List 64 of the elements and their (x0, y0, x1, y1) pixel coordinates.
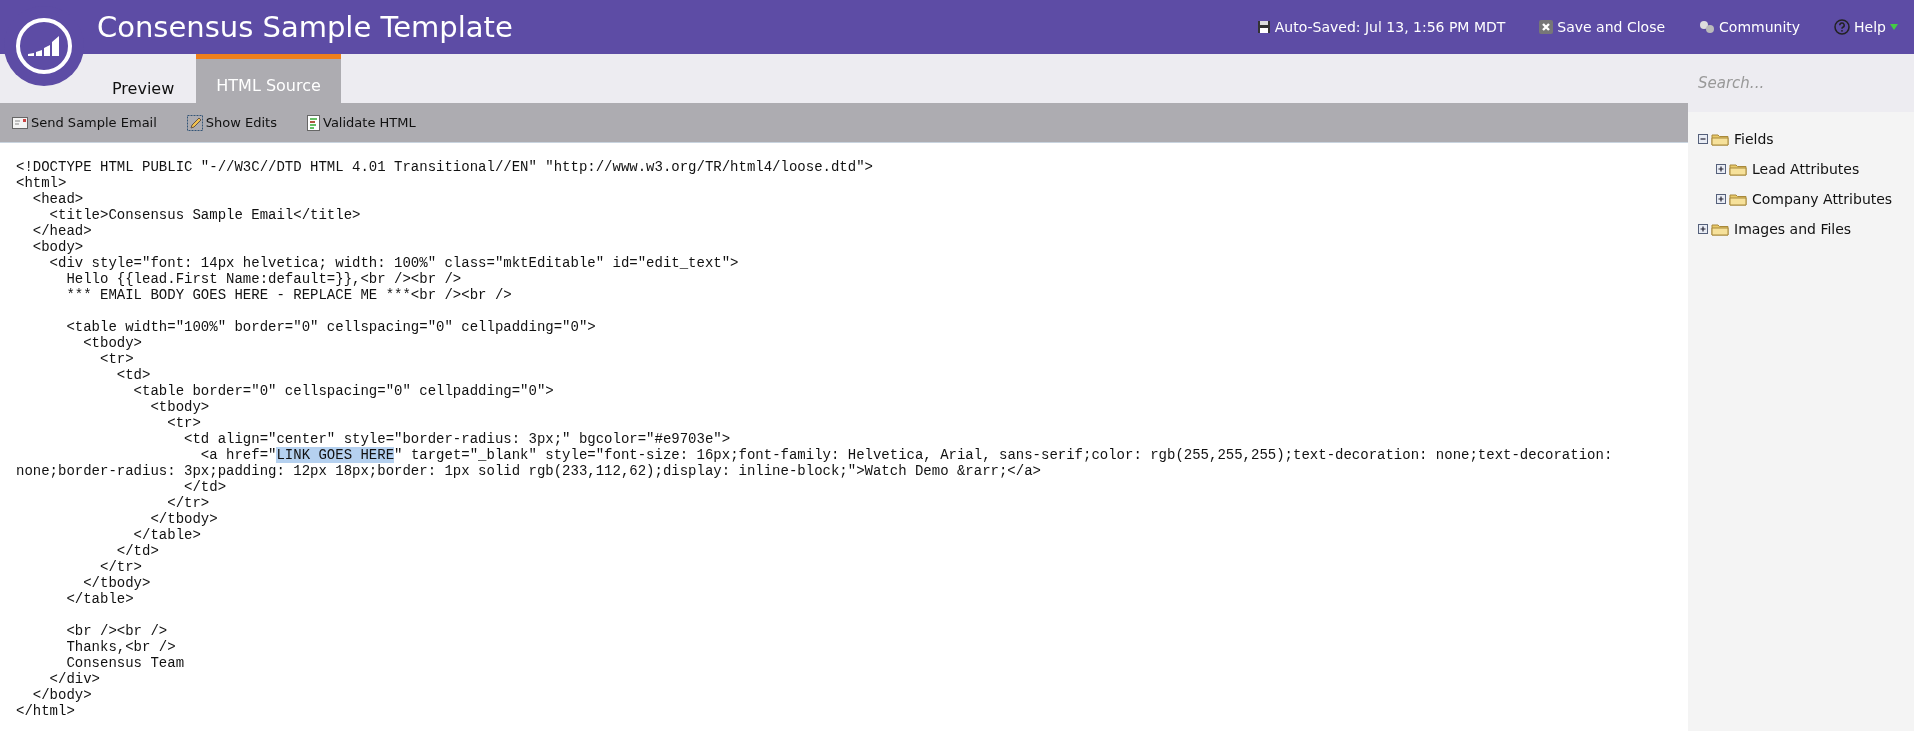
code-line: <td align="center" style="border-radius: 3px;" bgcolor="#e9703e"> (183, 431, 732, 447)
code-line: <br /><br /> (65, 623, 169, 639)
folder-icon (1729, 192, 1747, 206)
code-line: </body> (31, 687, 93, 703)
community-link[interactable]: Community (1699, 19, 1801, 35)
code-line: </tbody> (82, 575, 152, 591)
help-icon (1834, 19, 1851, 35)
envelope-icon (12, 116, 28, 129)
send-sample-email-button[interactable]: Send Sample Email (12, 115, 157, 130)
code-line: Thanks,<br /> (65, 639, 177, 655)
code-line: <div style="font: 14px helvetica; width: 100%" class="mktEditable" id="edit_text"> (48, 255, 740, 271)
autosave-status[interactable]: Auto-Saved: Jul 13, 1:56 PM MDT (1256, 19, 1506, 35)
expand-icon[interactable] (1716, 164, 1726, 174)
pencil-icon (186, 114, 203, 131)
show-edits-button[interactable]: Show Edits (186, 114, 277, 131)
code-line: </td> (115, 543, 160, 559)
caret-icon (1890, 24, 1898, 30)
search-field[interactable]: Search... (1696, 73, 1900, 93)
code-line: <tbody> (149, 399, 211, 415)
speech-bubbles-icon (1699, 20, 1716, 34)
tab[interactable]: Preview (90, 54, 197, 103)
expand-icon[interactable] (1716, 194, 1726, 204)
code-line: <table width="100%" border="0" cellspacing="0" cellpadding="0"> (65, 319, 597, 335)
code-line: </tr> (166, 495, 211, 511)
code-line: none;border-radius: 3px;padding: 12px 18px;border: 1px solid rgb(233,112,62);display: inline-block;">Watch Demo &rarr;</a> (16, 463, 1042, 479)
close-icon (1539, 20, 1554, 34)
collapse-icon[interactable] (1698, 134, 1708, 144)
code-line: <tr> (166, 415, 202, 431)
code-line: </html> (16, 703, 76, 719)
tree-item[interactable]: Images and Files (1734, 221, 1852, 237)
help-button[interactable]: Help (1834, 19, 1898, 35)
code-line: </table> (65, 591, 135, 607)
code-line: Consensus Team (65, 655, 186, 671)
code-line: </head> (31, 223, 93, 239)
code-line: <a href="LINK GOES HERE" target="_blank" style="font-size: 16px;font-family: Helvetica, Arial, sans-serif;color: rgb(255,255,255);text-decoration: none;text-decoration: (199, 447, 1614, 463)
folder-icon (1711, 132, 1729, 146)
code-line: <tbody> (82, 335, 144, 351)
code-line: <table border="0" cellspacing="0" cellpadding="0"> (132, 383, 555, 399)
tree-item[interactable]: Company Attributes (1752, 191, 1893, 207)
code-line: <!DOCTYPE HTML PUBLIC "-//W3C//DTD HTML 4.01 Transitional//EN" "http://www.w3.org/TR/html4/loose.dtd"> (16, 159, 874, 175)
code-line: Hello {{lead.First Name:default=}},<br /><br /> (65, 271, 463, 287)
folder-icon (1711, 222, 1729, 236)
save-icon (1256, 20, 1271, 34)
code-line: <body> (31, 239, 85, 255)
expand-icon[interactable] (1698, 224, 1708, 234)
page-title: Consensus Sample Template (97, 10, 514, 44)
code-line: </table> (132, 527, 202, 543)
save-and-close-button[interactable]: Save and Close (1539, 19, 1666, 35)
validate-html-button[interactable]: Validate HTML (307, 114, 416, 131)
search-box[interactable]: Search... (1688, 54, 1914, 112)
code-line: <title>Consensus Sample Email</title> (48, 207, 362, 223)
folder-icon (1729, 162, 1747, 176)
code-line: <html> (16, 175, 68, 191)
document-icon (307, 114, 320, 131)
code-line: </tbody> (149, 511, 219, 527)
tree-item[interactable]: Fields (1734, 131, 1774, 147)
code-line: </div> (48, 671, 101, 687)
code-line: </tr> (99, 559, 144, 575)
code-line: <tr> (99, 351, 135, 367)
code-line: <td> (115, 367, 152, 383)
code-line: *** EMAIL BODY GOES HERE - REPLACE ME ***<br /><br /> (65, 287, 513, 303)
code-line: </td> (183, 479, 228, 495)
code-line: <head> (31, 191, 85, 207)
tree-item[interactable]: Lead Attributes (1752, 161, 1860, 177)
